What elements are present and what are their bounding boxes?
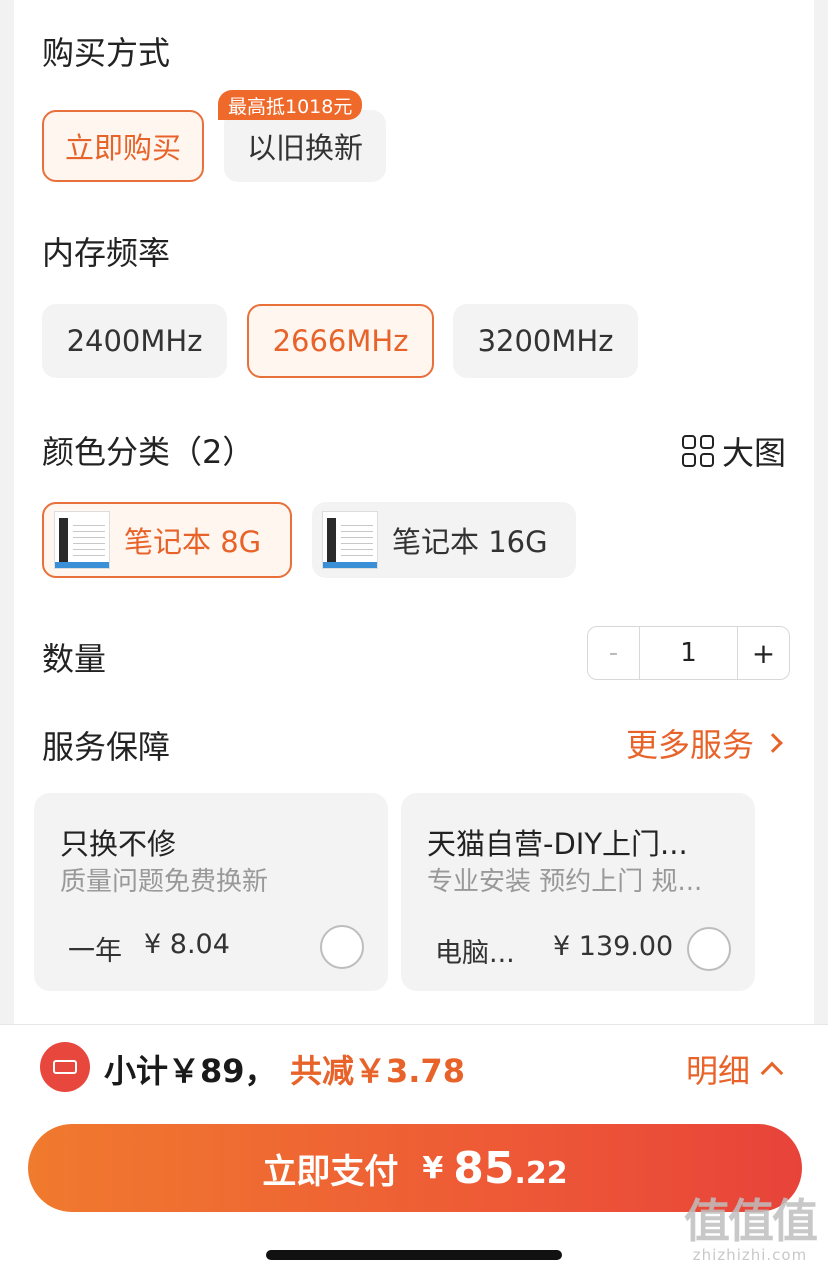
- chevron-up-icon: [760, 1061, 784, 1085]
- watermark-url: zhizhizhi.com: [692, 1246, 808, 1264]
- chevron-right-icon: [763, 733, 783, 753]
- service-guarantee-title: 服务保障: [42, 728, 171, 766]
- purchase-method-title: 购买方式: [42, 34, 171, 72]
- subtotal-text: 小计￥89，: [104, 1052, 277, 1090]
- discount-text: 共减￥3.78: [290, 1052, 465, 1090]
- product-thumbnail: [322, 511, 378, 569]
- option-3200mhz[interactable]: 3200MHz: [453, 304, 638, 378]
- price-detail-toggle[interactable]: 明细: [686, 1046, 784, 1092]
- option-2400mhz[interactable]: 2400MHz: [42, 304, 227, 378]
- option-notebook-8g-label: 笔记本 8G: [124, 525, 262, 559]
- pay-amount-decimal: .22: [514, 1155, 568, 1191]
- site-watermark: 值值值 zhizhizhi.com: [680, 1196, 820, 1264]
- service-card-term: 电脑...: [435, 938, 515, 969]
- quantity-value[interactable]: 1: [640, 627, 737, 679]
- pay-now-label: 立即支付: [262, 1151, 399, 1192]
- service-card-replace[interactable]: 只换不修 质量问题免费换新 一年 ¥ 8.04: [34, 793, 388, 991]
- trade-in-promo-badge: 最高抵1018元: [218, 90, 363, 120]
- color-category-title: 颜色分类（2）: [42, 433, 255, 471]
- pay-amount-integer: 85: [453, 1142, 515, 1194]
- option-2666mhz[interactable]: 2666MHz: [247, 304, 434, 378]
- quantity-increase-button[interactable]: +: [737, 627, 789, 679]
- big-view-toggle[interactable]: 大图: [682, 428, 786, 474]
- service-card-price: ¥ 139.00: [553, 931, 674, 962]
- service-card-price: ¥ 8.04: [144, 929, 230, 960]
- service-card-subtitle: 专业安装 预约上门 规...: [427, 867, 703, 897]
- home-indicator[interactable]: [266, 1250, 562, 1260]
- service-card-term: 一年: [68, 936, 122, 967]
- more-services-label: 更多服务: [626, 726, 755, 764]
- grid-view-icon: [682, 435, 714, 467]
- big-view-label: 大图: [722, 434, 787, 472]
- service-card-diy-install[interactable]: 天猫自营-DIY上门... 专业安装 预约上门 规... 电脑... ¥ 139…: [401, 793, 755, 991]
- service-select-radio[interactable]: [320, 925, 364, 969]
- more-services-link[interactable]: 更多服务: [626, 720, 783, 766]
- service-card-title: 只换不修: [60, 827, 177, 861]
- watermark-logo-text: 值值值: [684, 1194, 818, 1248]
- pay-currency: ¥: [422, 1150, 444, 1186]
- memory-frequency-title: 内存频率: [42, 234, 171, 272]
- product-thumbnail: [54, 511, 110, 569]
- option-notebook-8g[interactable]: 笔记本 8G: [42, 502, 292, 578]
- option-notebook-16g-label: 笔记本 16G: [392, 525, 548, 559]
- quantity-decrease-button[interactable]: -: [588, 627, 640, 679]
- option-trade-in[interactable]: 以旧换新: [224, 110, 386, 182]
- service-card-subtitle: 质量问题免费换新: [60, 867, 269, 897]
- option-buy-now[interactable]: 立即购买: [42, 110, 204, 182]
- quantity-title: 数量: [42, 640, 107, 678]
- quantity-stepper: - 1 +: [587, 626, 790, 680]
- coupon-icon: [40, 1042, 90, 1092]
- service-select-radio[interactable]: [687, 927, 731, 971]
- pay-amount: 85.22: [453, 1143, 567, 1194]
- option-notebook-16g[interactable]: 笔记本 16G: [312, 502, 576, 578]
- price-detail-label: 明细: [686, 1052, 751, 1090]
- service-card-title: 天猫自营-DIY上门...: [427, 827, 688, 861]
